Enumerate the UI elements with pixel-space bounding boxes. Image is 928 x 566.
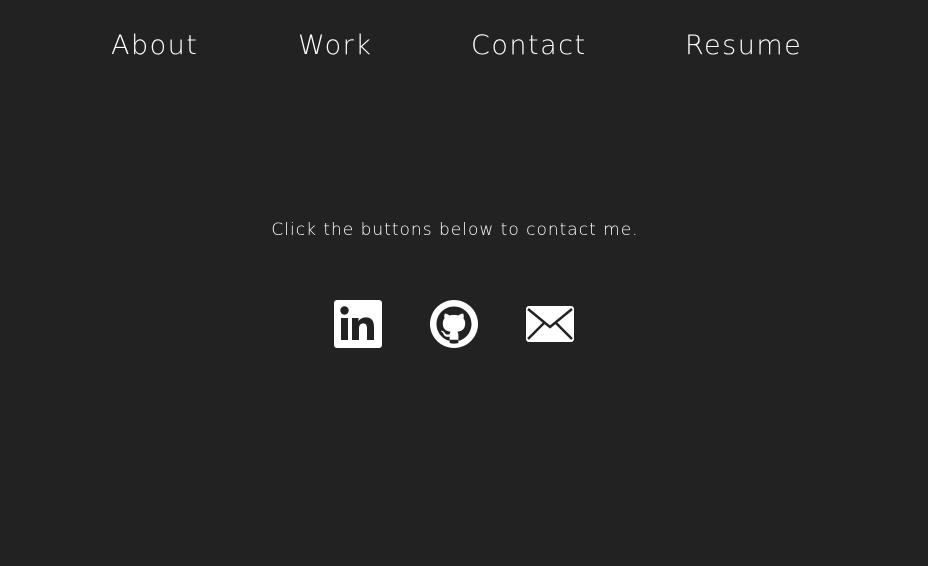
email-icon	[526, 306, 574, 342]
github-icon	[430, 300, 478, 348]
email-button[interactable]	[526, 300, 574, 348]
nav-link-work[interactable]: Work	[298, 28, 372, 64]
linkedin-icon	[334, 300, 382, 348]
nav-link-contact[interactable]: Contact	[471, 28, 587, 64]
linkedin-button[interactable]	[334, 300, 382, 348]
contact-prompt-text: Click the buttons below to contact me.	[271, 220, 639, 240]
github-button[interactable]	[430, 300, 478, 348]
nav-link-about[interactable]: About	[111, 28, 198, 64]
nav-link-resume[interactable]: Resume	[685, 28, 802, 64]
